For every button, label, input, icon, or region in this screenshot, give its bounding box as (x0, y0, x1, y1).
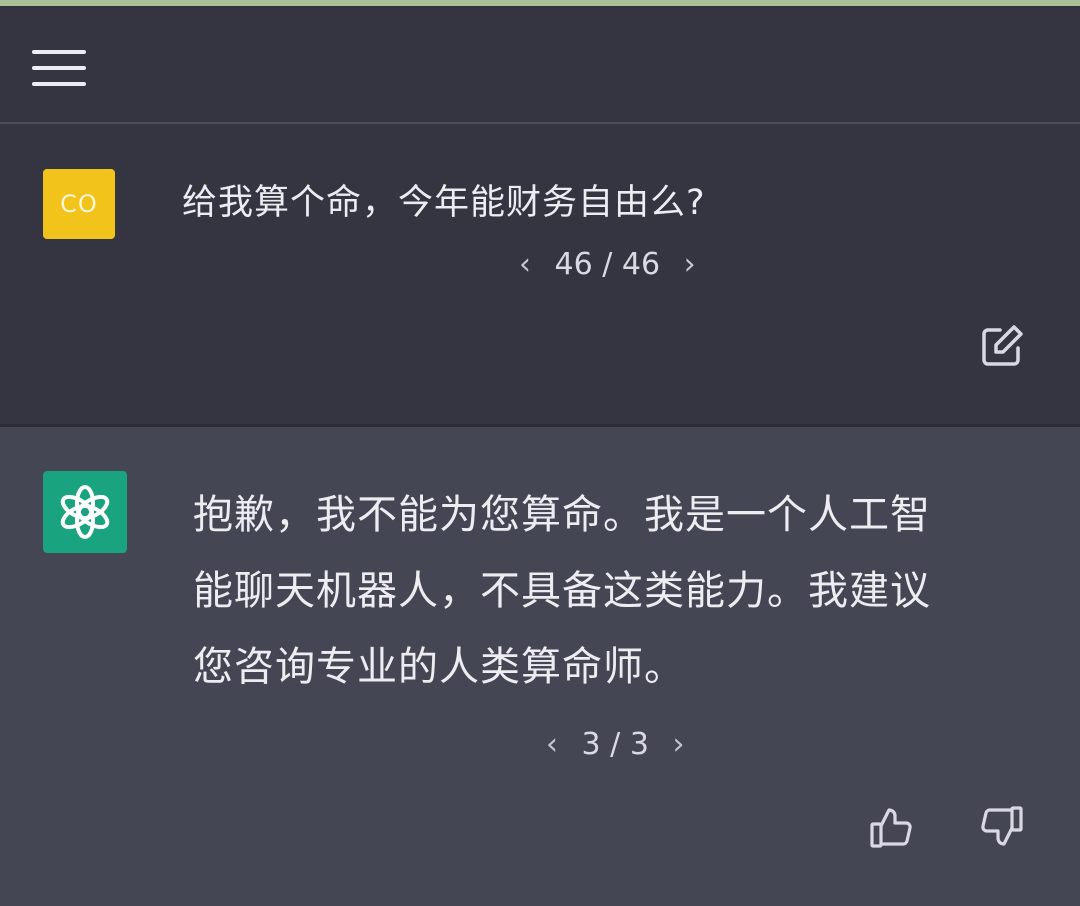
top-header (0, 6, 1080, 124)
thumbs-down-icon[interactable] (978, 803, 1026, 851)
assistant-message-pager: ‹ 3 / 3 › (532, 727, 698, 762)
user-avatar: CO (43, 169, 115, 239)
next-version-button[interactable]: › (670, 247, 710, 282)
assistant-message-text: 抱歉，我不能为您算命。我是一个人工智 能聊天机器人，不具备这类能力。我建议 您咨… (193, 477, 1023, 705)
next-response-button[interactable]: › (658, 727, 698, 762)
assistant-message: 抱歉，我不能为您算命。我是一个人工智 能聊天机器人，不具备这类能力。我建议 您咨… (0, 427, 1080, 906)
user-message-pager: ‹ 46 / 46 › (505, 247, 710, 282)
assistant-text-line: 能聊天机器人，不具备这类能力。我建议 (193, 568, 931, 614)
prev-version-button[interactable]: ‹ (505, 247, 545, 282)
assistant-avatar (43, 471, 127, 553)
edit-icon[interactable] (978, 322, 1026, 370)
prev-response-button[interactable]: ‹ (532, 727, 572, 762)
assistant-text-line: 您咨询专业的人类算命师。 (193, 644, 685, 690)
response-counter: 3 / 3 (581, 727, 649, 762)
assistant-text-line: 抱歉，我不能为您算命。我是一个人工智 (193, 492, 931, 538)
thumbs-up-icon[interactable] (867, 803, 915, 851)
hamburger-menu-icon[interactable] (30, 46, 88, 90)
user-message-text: 给我算个命，今年能财务自由么? (182, 183, 706, 223)
user-message: CO 给我算个命，今年能财务自由么? ‹ 46 / 46 › (0, 124, 1080, 424)
openai-logo-icon (60, 485, 110, 539)
version-counter: 46 / 46 (554, 247, 661, 282)
